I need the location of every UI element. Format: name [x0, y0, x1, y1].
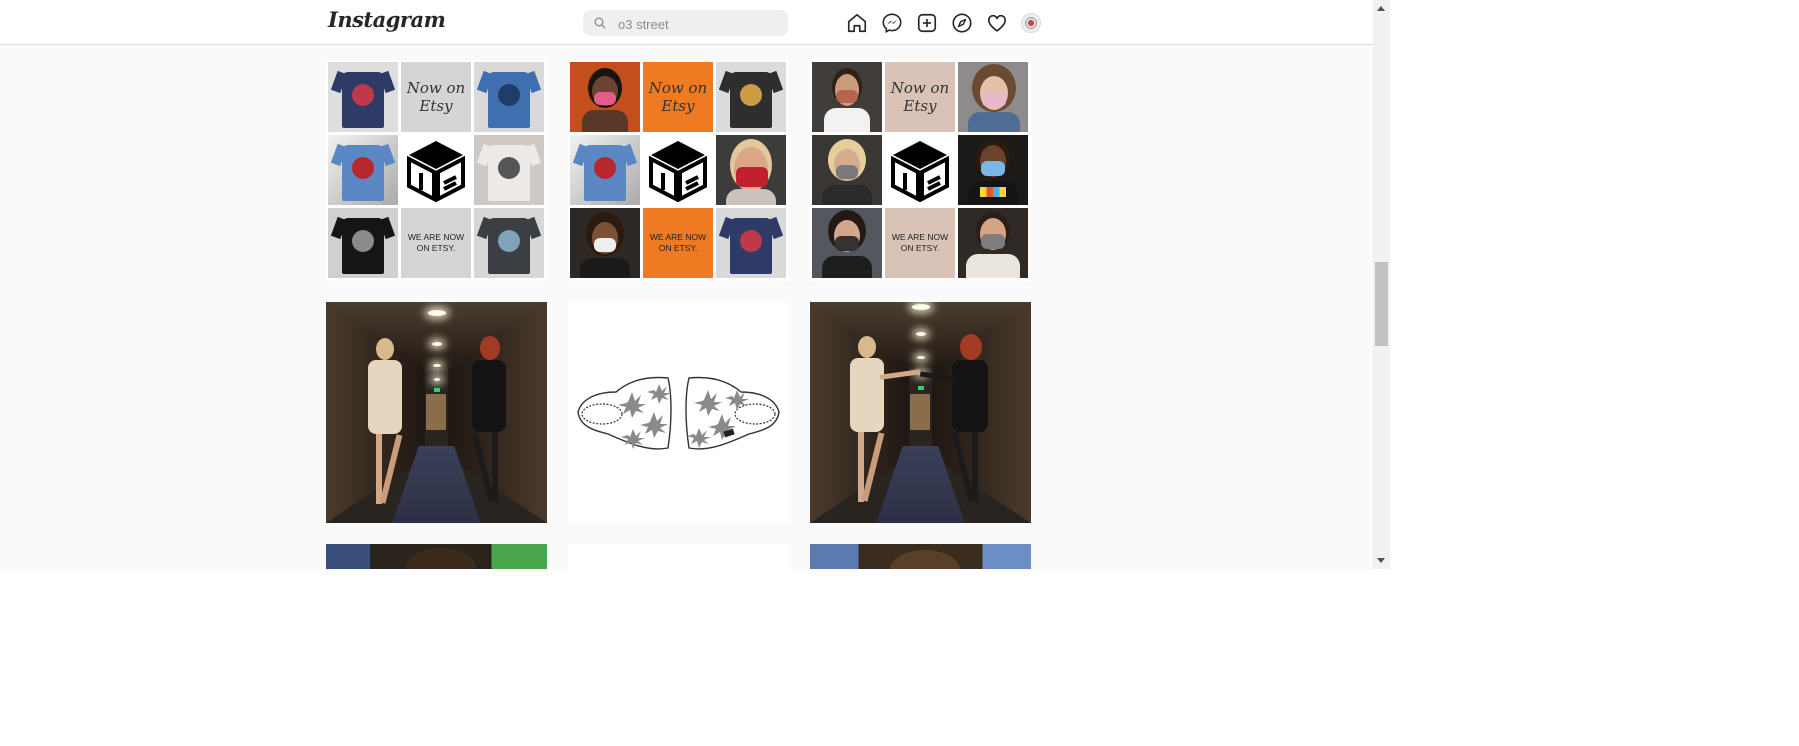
scroll-up-arrow-icon[interactable] [1377, 6, 1385, 11]
now-on-text: Now on [648, 79, 708, 97]
tile-masked-person [812, 62, 882, 132]
activity-heart-icon[interactable] [986, 12, 1008, 34]
tile-masked-person [812, 208, 882, 278]
etsy-text: Etsy [661, 97, 695, 115]
post-collage-1[interactable]: Now on Etsy WE ARE NOW ON ETSY. [326, 60, 547, 281]
post-collage-3[interactable]: Now on Etsy WE ARE NOW ON ETSY. [810, 60, 1031, 281]
tile-masked-person [958, 62, 1028, 132]
etsy-text: Etsy [419, 97, 453, 115]
top-navigation-bar: Instagram [0, 0, 1373, 45]
profile-avatar[interactable] [1021, 13, 1041, 33]
new-post-icon[interactable] [916, 12, 938, 34]
page-scrollbar[interactable] [1373, 0, 1390, 569]
tile-tshirt [716, 62, 786, 132]
tile-tshirt [474, 135, 544, 205]
instagram-logo[interactable]: Instagram [328, 7, 446, 32]
person-left [362, 338, 412, 518]
instagram-viewport: Instagram o3 street Now on Etsy WE ARE N… [0, 0, 1373, 569]
tile-masked-person [958, 135, 1028, 205]
we-are-now-text: WE ARE NOW ON ETSY. [891, 232, 949, 253]
person-left [844, 336, 921, 516]
tile-masked-person [716, 135, 786, 205]
tile-tshirt [328, 208, 398, 278]
we-are-now-text: WE ARE NOW ON ETSY. [407, 232, 465, 253]
post-partial-1[interactable] [326, 544, 547, 569]
tile-we-are-now: WE ARE NOW ON ETSY. [885, 208, 955, 278]
post-collage-2[interactable]: Now on Etsy WE ARE NOW ON ETSY. [568, 60, 789, 281]
post-mask-illustration[interactable] [568, 302, 789, 523]
face-mask-illustration [577, 376, 780, 450]
tile-masked-person [812, 135, 882, 205]
tile-we-are-now: WE ARE NOW ON ETSY. [401, 208, 471, 278]
search-input[interactable] [616, 13, 780, 35]
post-hallway-photo-1[interactable] [326, 302, 547, 523]
explore-icon[interactable] [951, 12, 973, 34]
tile-tshirt [328, 135, 398, 205]
person-right [462, 336, 518, 516]
tile-now-on-etsy: Now on Etsy [643, 62, 713, 132]
tile-cube-logo [885, 135, 955, 205]
tile-now-on-etsy: Now on Etsy [885, 62, 955, 132]
messenger-icon[interactable] [881, 12, 903, 34]
search-box[interactable] [583, 10, 788, 36]
tile-masked-person [958, 208, 1028, 278]
etsy-text: Etsy [903, 97, 937, 115]
post-partial-2[interactable] [568, 544, 789, 569]
tile-tshirt [328, 62, 398, 132]
nav-icons [846, 12, 1041, 34]
tile-tshirt [474, 62, 544, 132]
home-icon[interactable] [846, 12, 868, 34]
scroll-down-arrow-icon[interactable] [1377, 558, 1385, 563]
cube-logo-icon [649, 141, 707, 203]
tile-now-on-etsy: Now on Etsy [401, 62, 471, 132]
post-partial-3[interactable] [810, 544, 1031, 569]
tile-cube-logo [643, 135, 713, 205]
cube-logo-icon [891, 141, 949, 203]
tile-tshirt [716, 208, 786, 278]
search-icon [594, 17, 606, 29]
tile-we-are-now: WE ARE NOW ON ETSY. [643, 208, 713, 278]
we-are-now-text: WE ARE NOW ON ETSY. [649, 232, 707, 253]
tile-tshirt [570, 135, 640, 205]
cube-logo-icon [407, 141, 465, 203]
tile-tshirt [474, 208, 544, 278]
tile-cube-logo [401, 135, 471, 205]
tile-masked-person [570, 208, 640, 278]
person-right [919, 334, 1002, 514]
post-hallway-photo-2[interactable] [810, 302, 1031, 523]
tile-masked-person [570, 62, 640, 132]
now-on-text: Now on [406, 79, 466, 97]
scrollbar-thumb[interactable] [1375, 262, 1388, 346]
now-on-text: Now on [890, 79, 950, 97]
